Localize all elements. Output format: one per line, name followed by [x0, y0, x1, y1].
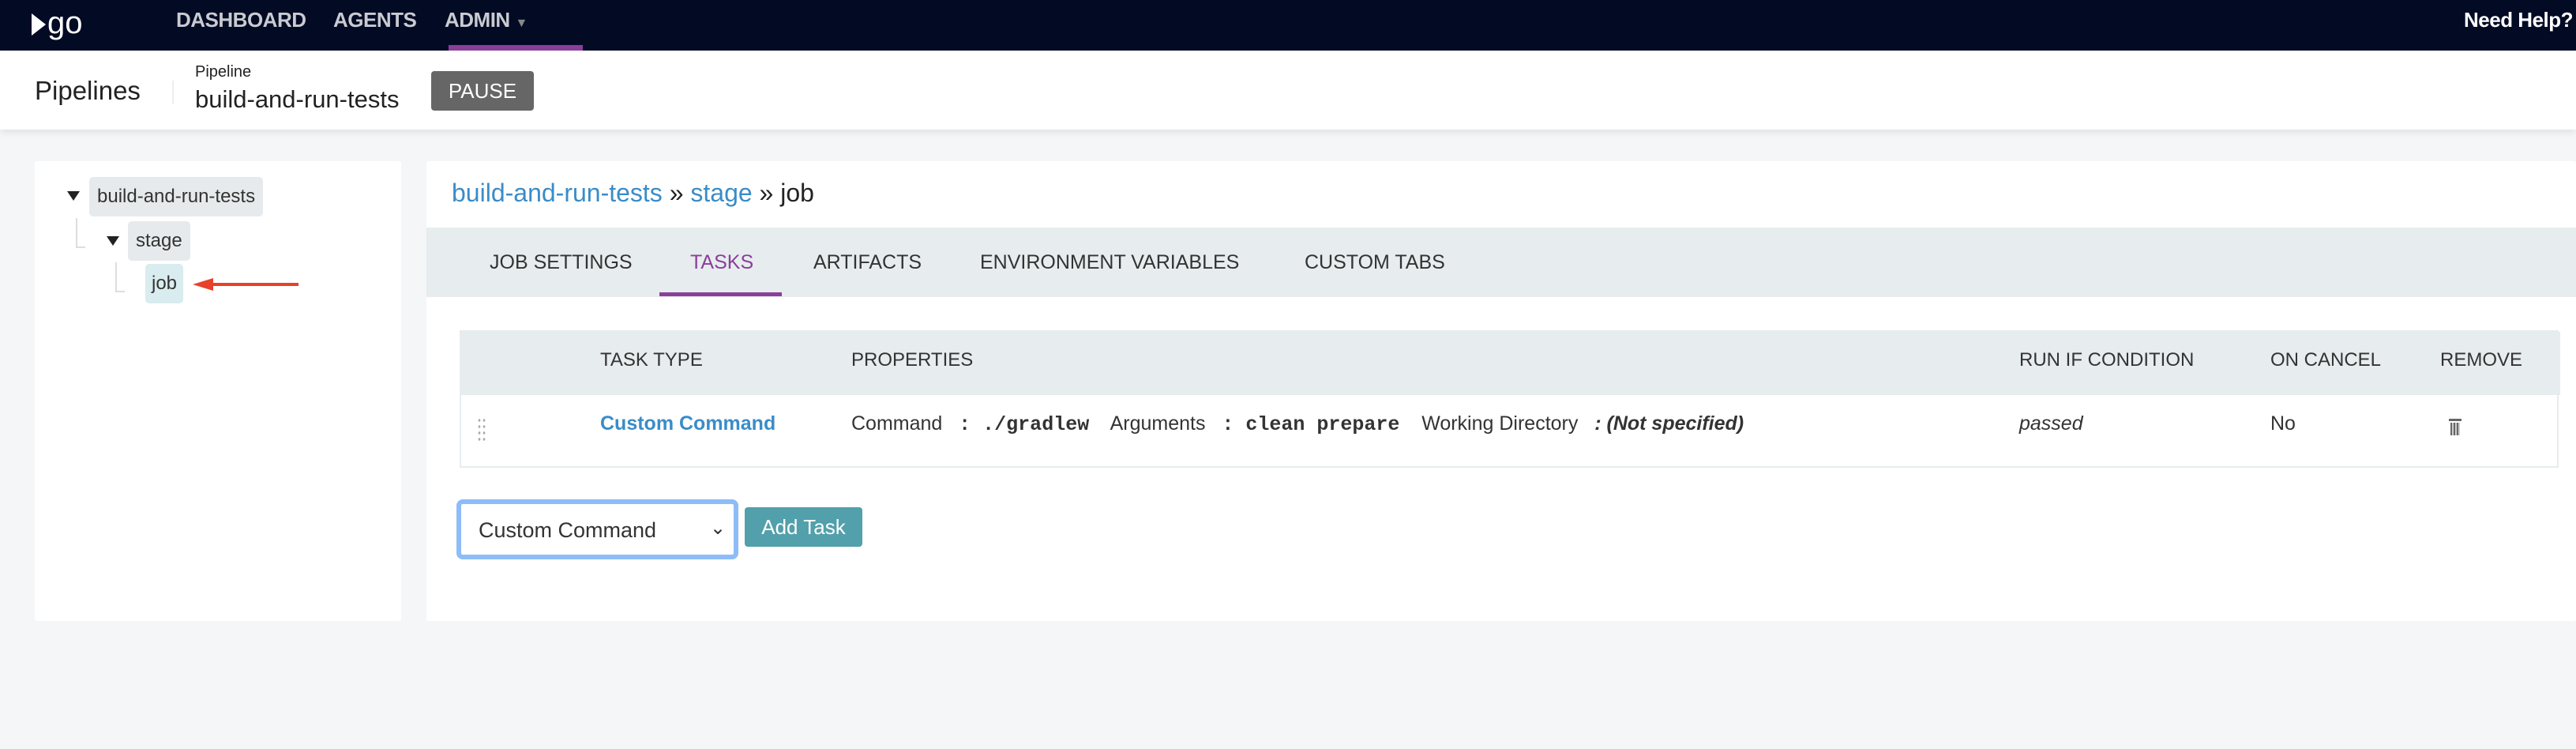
- collapse-icon[interactable]: [107, 236, 119, 246]
- tasks-table: [460, 330, 2560, 468]
- tree-node-stage[interactable]: stage: [128, 221, 190, 261]
- drag-handle-icon[interactable]: [477, 417, 486, 444]
- breadcrumb: build-and-run-tests » stage » job: [452, 179, 814, 208]
- tree-line: [115, 262, 125, 292]
- nav-admin[interactable]: ADMIN ▼: [445, 8, 528, 32]
- need-help-link[interactable]: Need Help?: [2464, 8, 2574, 32]
- breadcrumb-stage[interactable]: stage: [690, 179, 752, 207]
- tree-node-job[interactable]: job: [145, 264, 184, 303]
- task-properties: Command : ./gradlew Arguments : clean pr…: [851, 412, 1744, 436]
- working-directory-label: Working Directory: [1421, 412, 1579, 435]
- breadcrumb-sep: »: [669, 179, 684, 207]
- task-type-selected: Custom Command: [479, 518, 657, 542]
- command-label: Command: [851, 412, 943, 435]
- trash-icon[interactable]: [2449, 419, 2461, 436]
- arguments-label: Arguments: [1110, 412, 1206, 435]
- command-value: : ./gradlew: [959, 413, 1090, 436]
- nav-agents[interactable]: AGENTS: [333, 8, 417, 32]
- tab-job-settings[interactable]: JOB SETTINGS: [490, 251, 633, 274]
- collapse-icon[interactable]: [67, 191, 80, 201]
- tree-panel: build-and-run-tests stage job: [35, 161, 401, 621]
- go-logo[interactable]: go: [32, 3, 83, 43]
- breadcrumb-pipeline[interactable]: build-and-run-tests: [452, 179, 663, 207]
- tab-custom-tabs[interactable]: CUSTOM TABS: [1305, 251, 1445, 274]
- working-directory-value: : (Not specified): [1594, 412, 1744, 435]
- arguments-value: : clean prepare: [1222, 413, 1400, 436]
- tab-tasks[interactable]: TASKS: [690, 251, 753, 274]
- tab-artifacts[interactable]: ARTIFACTS: [813, 251, 922, 274]
- add-task-button[interactable]: Add Task: [745, 507, 862, 547]
- table-header: [461, 332, 2560, 395]
- arrow-left-icon: [193, 278, 299, 291]
- nav-admin-label: ADMIN: [445, 8, 510, 32]
- header-properties: PROPERTIES: [851, 349, 974, 371]
- nav-dashboard[interactable]: DASHBOARD: [176, 8, 306, 32]
- header-run-if: RUN IF CONDITION: [2019, 349, 2195, 371]
- task-type-link[interactable]: Custom Command: [600, 412, 775, 435]
- page-header: Pipelines Pipeline build-and-run-tests P…: [0, 51, 2576, 130]
- pipeline-label: Pipeline: [195, 63, 252, 81]
- breadcrumb-sep: »: [759, 179, 774, 207]
- pause-button[interactable]: PAUSE: [431, 71, 534, 111]
- top-nav: go DASHBOARD AGENTS ADMIN ▼ Need Help?: [0, 0, 2576, 51]
- tab-bar: JOB SETTINGS TASKS ARTIFACTS ENVIRONMENT…: [426, 228, 2576, 297]
- header-task-type: TASK TYPE: [600, 349, 703, 371]
- header-remove: REMOVE: [2440, 349, 2523, 371]
- header-on-cancel: ON CANCEL: [2270, 349, 2382, 371]
- nav-active-underline: [449, 45, 583, 51]
- chevron-down-icon: ⌄: [710, 518, 727, 539]
- logo-text: go: [47, 6, 83, 40]
- task-type-select[interactable]: Custom Command ⌄: [456, 499, 738, 559]
- section-title: Pipelines: [35, 76, 141, 105]
- tab-environment-variables[interactable]: ENVIRONMENT VARIABLES: [980, 251, 1239, 274]
- tab-active-underline: [659, 292, 782, 296]
- pipeline-name: build-and-run-tests: [195, 85, 400, 113]
- breadcrumb-job: job: [780, 179, 814, 207]
- chevron-down-icon: ▼: [515, 17, 528, 30]
- tree-node-pipeline[interactable]: build-and-run-tests: [89, 177, 264, 216]
- divider: [172, 81, 174, 104]
- on-cancel-value: No: [2270, 412, 2296, 435]
- tree-line: [76, 218, 85, 248]
- run-if-value: passed: [2019, 412, 2083, 435]
